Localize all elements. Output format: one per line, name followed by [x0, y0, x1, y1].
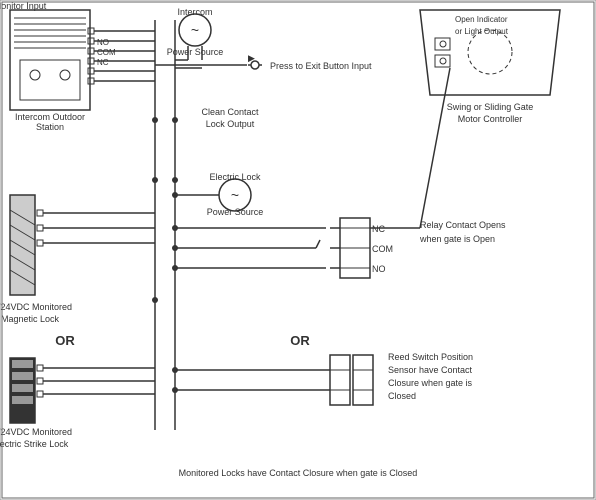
svg-text:~: ~ — [191, 22, 199, 38]
wiring-diagram: Monitor Input NO COM NC Intercom Outdoor… — [0, 0, 596, 500]
svg-text:Power Source: Power Source — [207, 207, 264, 217]
svg-text:Closure when gate is: Closure when gate is — [388, 378, 473, 388]
svg-text:NO: NO — [372, 264, 386, 274]
svg-text:NC: NC — [372, 224, 385, 234]
svg-text:Intercom: Intercom — [177, 7, 212, 17]
svg-text:Magnetic Lock: Magnetic Lock — [1, 314, 60, 324]
svg-text:COM: COM — [372, 244, 393, 254]
svg-text:when gate is Open: when gate is Open — [419, 234, 495, 244]
svg-text:Swing or Sliding Gate: Swing or Sliding Gate — [447, 102, 534, 112]
svg-text:Lock Output: Lock Output — [206, 119, 255, 129]
svg-text:Reed Switch Position: Reed Switch Position — [388, 352, 473, 362]
svg-text:Station: Station — [36, 122, 64, 132]
svg-text:Closed: Closed — [388, 391, 416, 401]
svg-text:NC: NC — [97, 58, 109, 67]
svg-text:Monitored Locks have Contact C: Monitored Locks have Contact Closure whe… — [179, 468, 418, 478]
svg-text:Electric Strike Lock: Electric Strike Lock — [0, 439, 69, 449]
svg-text:OR: OR — [290, 333, 310, 348]
svg-text:Electric Lock: Electric Lock — [209, 172, 261, 182]
svg-text:Press to Exit Button Input: Press to Exit Button Input — [270, 61, 372, 71]
svg-text:NO: NO — [97, 38, 109, 47]
svg-text:12/24VDC Monitored: 12/24VDC Monitored — [0, 427, 72, 437]
svg-text:~: ~ — [231, 187, 239, 203]
svg-text:Sensor have Contact: Sensor have Contact — [388, 365, 473, 375]
svg-text:Clean Contact: Clean Contact — [201, 107, 259, 117]
svg-text:OR: OR — [55, 333, 75, 348]
svg-text:COM: COM — [97, 48, 116, 57]
svg-text:Motor Controller: Motor Controller — [458, 114, 523, 124]
svg-text:or Light Output: or Light Output — [455, 27, 509, 36]
svg-text:Relay Contact Opens: Relay Contact Opens — [420, 220, 506, 230]
svg-text:12/24VDC Monitored: 12/24VDC Monitored — [0, 302, 72, 312]
svg-text:▶: ▶ — [248, 53, 255, 63]
svg-text:Open Indicator: Open Indicator — [455, 15, 508, 24]
svg-text:Intercom Outdoor: Intercom Outdoor — [15, 112, 85, 122]
